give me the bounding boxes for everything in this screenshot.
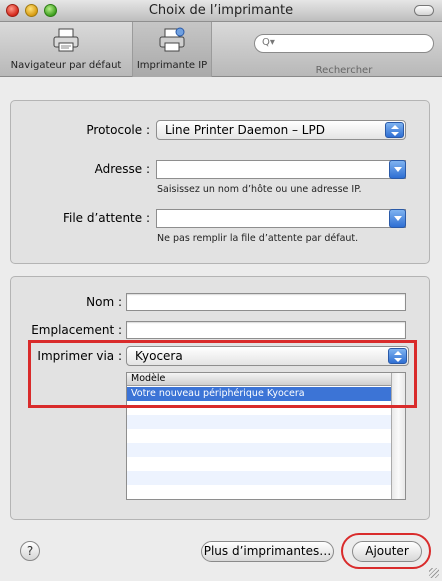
toolbar: Navigateur par défaut Imprimante IP Q▾ R… bbox=[0, 22, 442, 77]
queue-field[interactable] bbox=[156, 209, 406, 228]
name-label: Nom : bbox=[86, 295, 122, 309]
address-label: Adresse : bbox=[94, 162, 150, 176]
queue-dropdown-button[interactable] bbox=[389, 209, 406, 228]
address-hint: Saisissez un nom d’hôte ou une adresse I… bbox=[157, 184, 362, 195]
queue-hint: Ne pas remplir la file d’attente par déf… bbox=[157, 233, 359, 244]
resize-handle[interactable] bbox=[429, 568, 439, 578]
toolbar-toggle-button[interactable] bbox=[414, 5, 434, 16]
search-input[interactable]: Q▾ bbox=[254, 34, 434, 53]
tab-ip-printer-label: Imprimante IP bbox=[136, 60, 208, 71]
annotation-highlight-box bbox=[28, 340, 417, 408]
network-printer-icon bbox=[159, 27, 185, 52]
address-field[interactable] bbox=[156, 160, 406, 179]
location-label: Emplacement : bbox=[31, 323, 122, 337]
window-title: Choix de l’imprimante bbox=[148, 3, 294, 18]
list-stripe bbox=[127, 443, 392, 457]
location-field[interactable] bbox=[126, 321, 406, 339]
tab-default-browser-label: Navigateur par défaut bbox=[10, 60, 122, 71]
queue-label: File d’attente : bbox=[62, 211, 150, 225]
title-bar: Choix de l’imprimante bbox=[0, 0, 442, 22]
protocol-value: Line Printer Daemon – LPD bbox=[165, 123, 325, 137]
more-printers-button[interactable]: Plus d’imprimantes… bbox=[201, 541, 334, 562]
annotation-highlight-oval bbox=[341, 533, 431, 569]
list-stripe bbox=[127, 415, 392, 429]
protocol-label: Protocole : bbox=[86, 123, 150, 137]
printer-icon bbox=[53, 28, 79, 52]
tab-ip-printer[interactable]: Imprimante IP bbox=[132, 22, 212, 77]
tab-default-browser[interactable]: Navigateur par défaut bbox=[0, 22, 132, 77]
address-dropdown-button[interactable] bbox=[389, 160, 406, 179]
list-stripe bbox=[127, 471, 392, 485]
popup-arrows-icon bbox=[385, 122, 404, 138]
name-field[interactable] bbox=[126, 293, 406, 311]
help-button[interactable]: ? bbox=[20, 541, 40, 561]
search-label: Rechercher bbox=[315, 65, 373, 76]
printer-browser-window: Choix de l’imprimante Navigateur par déf… bbox=[0, 0, 442, 581]
search-icon: Q▾ bbox=[262, 37, 275, 48]
protocol-popup[interactable]: Line Printer Daemon – LPD bbox=[156, 120, 406, 140]
